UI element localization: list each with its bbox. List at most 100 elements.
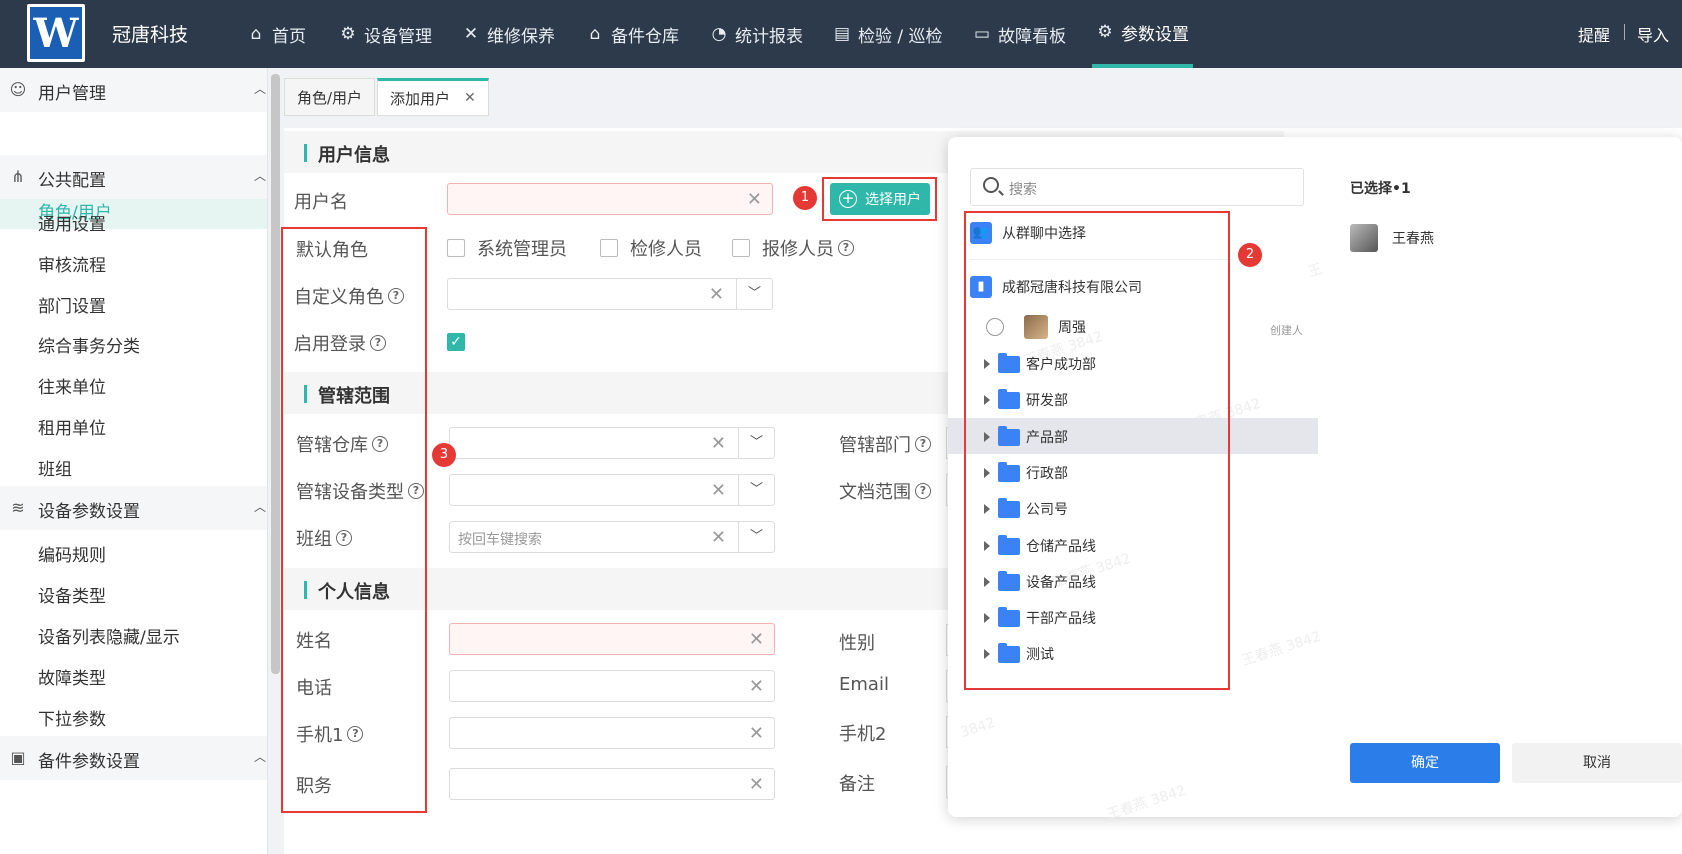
sidebar-item-approval[interactable]: 审核流程 xyxy=(38,251,106,276)
tab-bar: 角色/用户 添加用户 ✕ xyxy=(284,76,1682,120)
sidebar: ☺ 用户管理 ︿ 角色/用户 ⋔ 公共配置 ︿ 通用设置 审核流程 部门设置 综合事务分… xyxy=(0,68,268,854)
import-link[interactable]: 导入 xyxy=(1637,22,1669,46)
sidebar-item-team[interactable]: 班组 xyxy=(38,455,72,480)
mobile1-input[interactable]: ✕ xyxy=(449,717,775,749)
nav-warehouse[interactable]: ⌂ 备件仓库 xyxy=(586,0,679,68)
org-icon: ⋔ xyxy=(11,167,25,186)
sidebar-item-dropdown-params[interactable]: 下拉参数 xyxy=(38,705,106,730)
selected-user-wangchunyan[interactable]: 王春燕 xyxy=(1350,224,1434,252)
help-icon: ? xyxy=(915,483,931,499)
annotation-box-2 xyxy=(964,211,1230,690)
annotation-badge-2: 2 xyxy=(1238,243,1262,267)
chevron-down-icon[interactable]: ﹀ xyxy=(736,279,772,309)
clear-icon[interactable]: ✕ xyxy=(749,629,764,650)
warehouse-icon: ⌂ xyxy=(589,24,601,44)
search-icon xyxy=(983,177,999,193)
label-doc-scope: 文档范围? xyxy=(839,478,931,504)
chevron-up-icon: ︿ xyxy=(254,750,267,764)
selected-count: 已选择•1 xyxy=(1350,181,1411,197)
label-email: Email xyxy=(839,674,889,695)
name-input[interactable]: ✕ xyxy=(449,623,775,655)
annotation-badge-3: 3 xyxy=(432,443,456,467)
sidebar-item-general[interactable]: 通用设置 xyxy=(38,210,106,235)
plus-circle-icon: + xyxy=(839,190,857,208)
sidebar-group-user-mgmt[interactable]: ☺ 用户管理 ︿ xyxy=(0,68,267,112)
sidebar-group-equip-params[interactable]: ≋ 设备参数设置 ︿ xyxy=(0,486,267,530)
checkbox-reporter[interactable] xyxy=(732,239,750,257)
team-select[interactable]: 按回车键搜索 ✕ ﹀ xyxy=(449,521,775,553)
equipment-icon: ⚙ xyxy=(340,24,356,44)
nav-maintenance[interactable]: ✕ 维修保养 xyxy=(462,0,555,68)
wrench-icon: ✕ xyxy=(463,24,479,44)
chevron-down-icon[interactable]: ﹀ xyxy=(738,475,774,505)
logo: W xyxy=(27,4,85,62)
label-admin: 系统管理员 xyxy=(477,239,567,260)
logo-mark: W xyxy=(30,7,82,59)
clear-icon[interactable]: ✕ xyxy=(709,284,724,305)
sidebar-item-equip-type[interactable]: 设备类型 xyxy=(38,582,106,607)
nav-home[interactable]: ⌂ 首页 xyxy=(247,0,306,68)
close-icon[interactable]: ✕ xyxy=(464,90,476,106)
remind-link[interactable]: 提醒 xyxy=(1578,22,1610,46)
monitor-icon: ▭ xyxy=(973,24,991,44)
label-maintainer: 检修人员 xyxy=(630,239,702,260)
select-user-button[interactable]: + 选择用户 xyxy=(830,183,930,215)
title-input[interactable]: ✕ xyxy=(449,768,775,800)
sidebar-item-tenants[interactable]: 租用单位 xyxy=(38,414,106,439)
clear-icon[interactable]: ✕ xyxy=(749,774,764,795)
clear-icon[interactable]: ✕ xyxy=(749,723,764,744)
annotation-box-3 xyxy=(281,227,427,813)
sidebar-group-public-config[interactable]: ⋔ 公共配置 ︿ xyxy=(0,155,267,199)
clear-icon[interactable]: ✕ xyxy=(711,480,726,501)
nav-settings[interactable]: ⚙ 参数设置 xyxy=(1092,0,1193,68)
nav-equipment[interactable]: ⚙ 设备管理 xyxy=(339,0,432,68)
nav-inspection[interactable]: ▤ 检验 / 巡检 xyxy=(833,0,943,68)
label-reporter: 报修人员? xyxy=(762,235,854,261)
sidebar-item-list-visibility[interactable]: 设备列表隐藏/显示 xyxy=(38,623,180,648)
annotation-badge-1: 1 xyxy=(793,186,817,210)
label-remark: 备注 xyxy=(839,774,875,795)
sidebar-item-affairs[interactable]: 综合事务分类 xyxy=(38,332,140,357)
tab-role-user[interactable]: 角色/用户 xyxy=(284,78,376,116)
sidebar-item-fault-type[interactable]: 故障类型 xyxy=(38,664,106,689)
confirm-button[interactable]: 确定 xyxy=(1350,743,1500,783)
sidebar-scrollbar[interactable] xyxy=(271,74,280,674)
checkbox-maintainer[interactable] xyxy=(600,239,618,257)
chevron-down-icon[interactable]: ﹀ xyxy=(738,522,774,552)
top-header: W 冠唐科技 ⌂ 首页 ⚙ 设备管理 ✕ 维修保养 ⌂ 备件仓库 ◔ 统计报表 ▤ 检验 /… xyxy=(0,0,1682,68)
chevron-up-icon: ︿ xyxy=(254,500,267,514)
clear-icon[interactable]: ✕ xyxy=(711,527,726,548)
nav-fault-board[interactable]: ▭ 故障看板 xyxy=(973,0,1066,68)
chevron-up-icon: ︿ xyxy=(254,82,267,96)
checkbox-admin[interactable] xyxy=(447,239,465,257)
nav-reports[interactable]: ◔ 统计报表 xyxy=(710,0,803,68)
sidebar-group-parts-params[interactable]: ▣ 备件参数设置 ︿ xyxy=(0,736,267,780)
brand-name: 冠唐科技 xyxy=(112,24,189,46)
checkbox-enable-login[interactable]: ✓ xyxy=(447,333,465,351)
chevron-down-icon[interactable]: ﹀ xyxy=(738,428,774,458)
sidebar-item-partners[interactable]: 往来单位 xyxy=(38,373,106,398)
home-icon: ⌂ xyxy=(250,24,262,44)
warehouse-select[interactable]: ✕ ﹀ xyxy=(449,427,775,459)
avatar xyxy=(1350,224,1378,252)
gear-icon: ⚙ xyxy=(1097,22,1113,42)
tab-add-user[interactable]: 添加用户 ✕ xyxy=(377,78,489,116)
help-icon: ? xyxy=(838,240,854,256)
sidebar-item-code-rules[interactable]: 编码规则 xyxy=(38,541,106,566)
username-input[interactable]: ✕ xyxy=(447,183,773,215)
equip-type-select[interactable]: ✕ ﹀ xyxy=(449,474,775,506)
help-icon: ? xyxy=(915,436,931,452)
label-mobile2: 手机2 xyxy=(839,724,887,745)
phone-input[interactable]: ✕ xyxy=(449,670,775,702)
clear-icon[interactable]: ✕ xyxy=(711,433,726,454)
header-divider xyxy=(1624,24,1625,40)
chevron-up-icon: ︿ xyxy=(254,169,267,183)
custom-role-select[interactable]: ✕ ﹀ xyxy=(447,278,773,310)
clear-icon[interactable]: ✕ xyxy=(749,676,764,697)
clear-icon[interactable]: ✕ xyxy=(747,189,762,210)
label-username: 用户名 xyxy=(294,192,348,213)
sidebar-item-dept[interactable]: 部门设置 xyxy=(38,292,106,317)
cancel-button[interactable]: 取消 xyxy=(1512,743,1682,783)
dialog-search-input[interactable]: 搜索 xyxy=(970,168,1304,206)
clipboard-icon: ▤ xyxy=(833,24,851,44)
